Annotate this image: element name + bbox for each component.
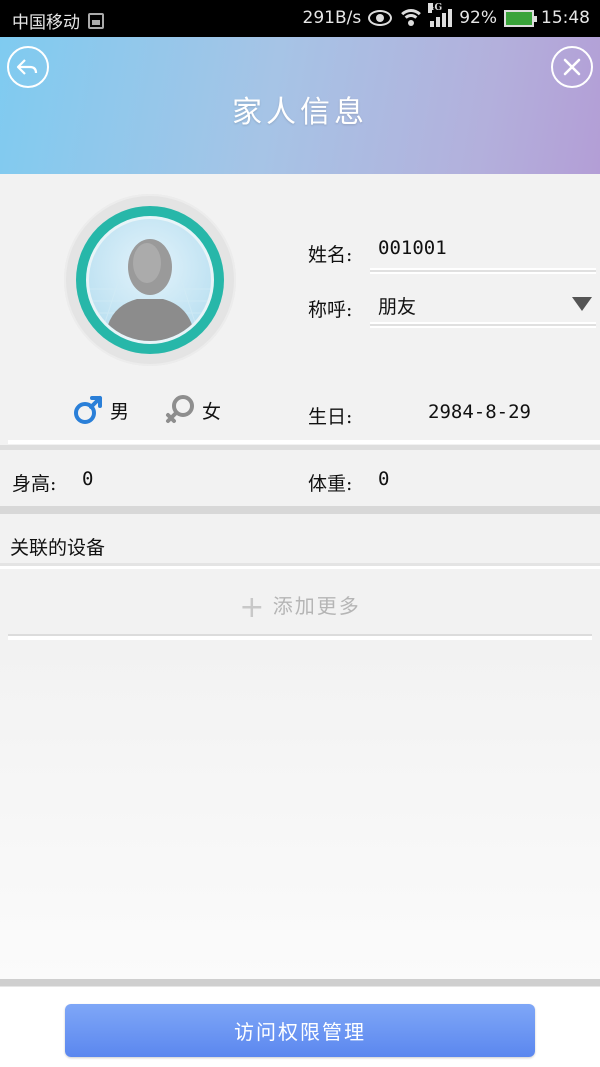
wifi-icon [399, 9, 424, 27]
birthday-label: 生日: [308, 406, 353, 428]
net-speed: 291B/s [302, 8, 362, 28]
devices-section-title: 关联的设备 [10, 537, 106, 559]
close-button[interactable] [551, 46, 593, 88]
device-list-area [0, 645, 600, 979]
divider [8, 636, 592, 640]
close-icon [563, 58, 581, 76]
add-more-label: 添加更多 [272, 594, 361, 618]
section-divider [0, 979, 600, 986]
name-input[interactable]: 001001 [378, 237, 447, 259]
gender-male-label: 男 [110, 400, 130, 423]
relation-underline [370, 322, 596, 328]
female-icon [166, 395, 194, 423]
signal-icon: 4G [428, 3, 453, 27]
weight-value[interactable]: 0 [378, 468, 389, 490]
gender-male-option[interactable]: 男 [72, 394, 129, 426]
relation-select[interactable]: 朋友 [378, 292, 416, 319]
gender-female-option[interactable]: 女 [164, 394, 221, 426]
avatar [86, 216, 214, 344]
avatar-picker[interactable] [64, 194, 236, 366]
height-value[interactable]: 0 [82, 468, 93, 490]
battery-percent: 92% [459, 8, 497, 28]
chevron-down-icon[interactable] [572, 297, 592, 311]
relation-label: 称呼: [308, 299, 353, 321]
network-type: 4G [428, 3, 443, 13]
back-button[interactable] [7, 46, 49, 88]
image-notification-icon [88, 12, 104, 29]
height-label: 身高: [12, 473, 57, 495]
page-header: 家人信息 [0, 37, 600, 174]
clock: 15:48 [541, 8, 590, 28]
weight-label: 体重: [308, 473, 353, 495]
access-permission-button[interactable]: 访问权限管理 [65, 1004, 535, 1057]
plus-icon: + [239, 590, 265, 625]
divider [8, 440, 600, 444]
carrier-label: 中国移动 [12, 13, 80, 33]
person-silhouette-icon [89, 239, 211, 341]
male-icon [74, 396, 102, 424]
section-divider [0, 506, 600, 514]
eye-icon [368, 10, 393, 26]
name-label: 姓名: [308, 244, 353, 266]
divider [0, 566, 600, 569]
back-arrow-icon [16, 59, 38, 75]
status-bar: 中国移动 291B/s 4G 92% 15:48 [0, 0, 600, 37]
birthday-value[interactable]: 2984-8-29 [428, 401, 531, 423]
bottom-bar: 访问权限管理 [0, 986, 600, 1067]
gender-female-label: 女 [202, 400, 222, 423]
add-device-button[interactable]: + 添加更多 [0, 590, 600, 625]
battery-icon [504, 9, 537, 27]
page-title: 家人信息 [232, 95, 368, 130]
name-underline [370, 268, 596, 274]
divider [0, 445, 600, 450]
